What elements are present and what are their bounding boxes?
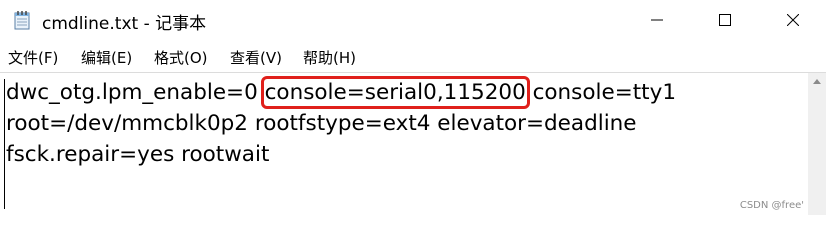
- title-bar[interactable]: cmdline.txt - 记事本: [0, 0, 826, 40]
- menu-format[interactable]: 格式(O): [154, 47, 208, 68]
- maximize-button[interactable]: [702, 0, 748, 40]
- menu-help[interactable]: 帮助(H): [303, 47, 356, 68]
- window-title: cmdline.txt - 记事本: [42, 14, 207, 34]
- watermark-text: CSDN @free': [739, 200, 804, 211]
- menu-view[interactable]: 查看(V): [230, 47, 282, 68]
- menu-edit[interactable]: 编辑(E): [81, 47, 132, 68]
- scroll-up-icon[interactable]: [813, 79, 821, 84]
- highlighted-console-serial: console=serial0,115200: [260, 76, 530, 109]
- vertical-scrollbar[interactable]: [808, 73, 826, 215]
- notepad-window: cmdline.txt - 记事本 文件(F) 编辑(E) 格式(O) 查看(V…: [0, 0, 826, 215]
- menu-bar: 文件(F) 编辑(E) 格式(O) 查看(V) 帮助(H): [0, 40, 826, 70]
- line1-text-after: console=tty1: [525, 80, 677, 105]
- line1-text-before: dwc_otg.lpm_enable=0: [6, 80, 265, 105]
- minimize-button[interactable]: [634, 0, 680, 40]
- editor-content[interactable]: dwc_otg.lpm_enable=0 console=serial0,115…: [6, 76, 677, 170]
- editor-left-edge: [4, 79, 5, 209]
- menu-file[interactable]: 文件(F): [8, 47, 58, 68]
- notepad-icon: [14, 10, 30, 30]
- line2-text: root=/dev/mmcblk0p2 rootfstype=ext4 elev…: [6, 111, 637, 136]
- close-button[interactable]: [770, 0, 816, 40]
- minimize-icon: [651, 11, 663, 30]
- maximize-icon: [719, 11, 731, 30]
- line3-text: fsck.repair=yes rootwait: [6, 142, 270, 167]
- text-editor[interactable]: dwc_otg.lpm_enable=0 console=serial0,115…: [0, 72, 826, 215]
- close-icon: [786, 11, 800, 30]
